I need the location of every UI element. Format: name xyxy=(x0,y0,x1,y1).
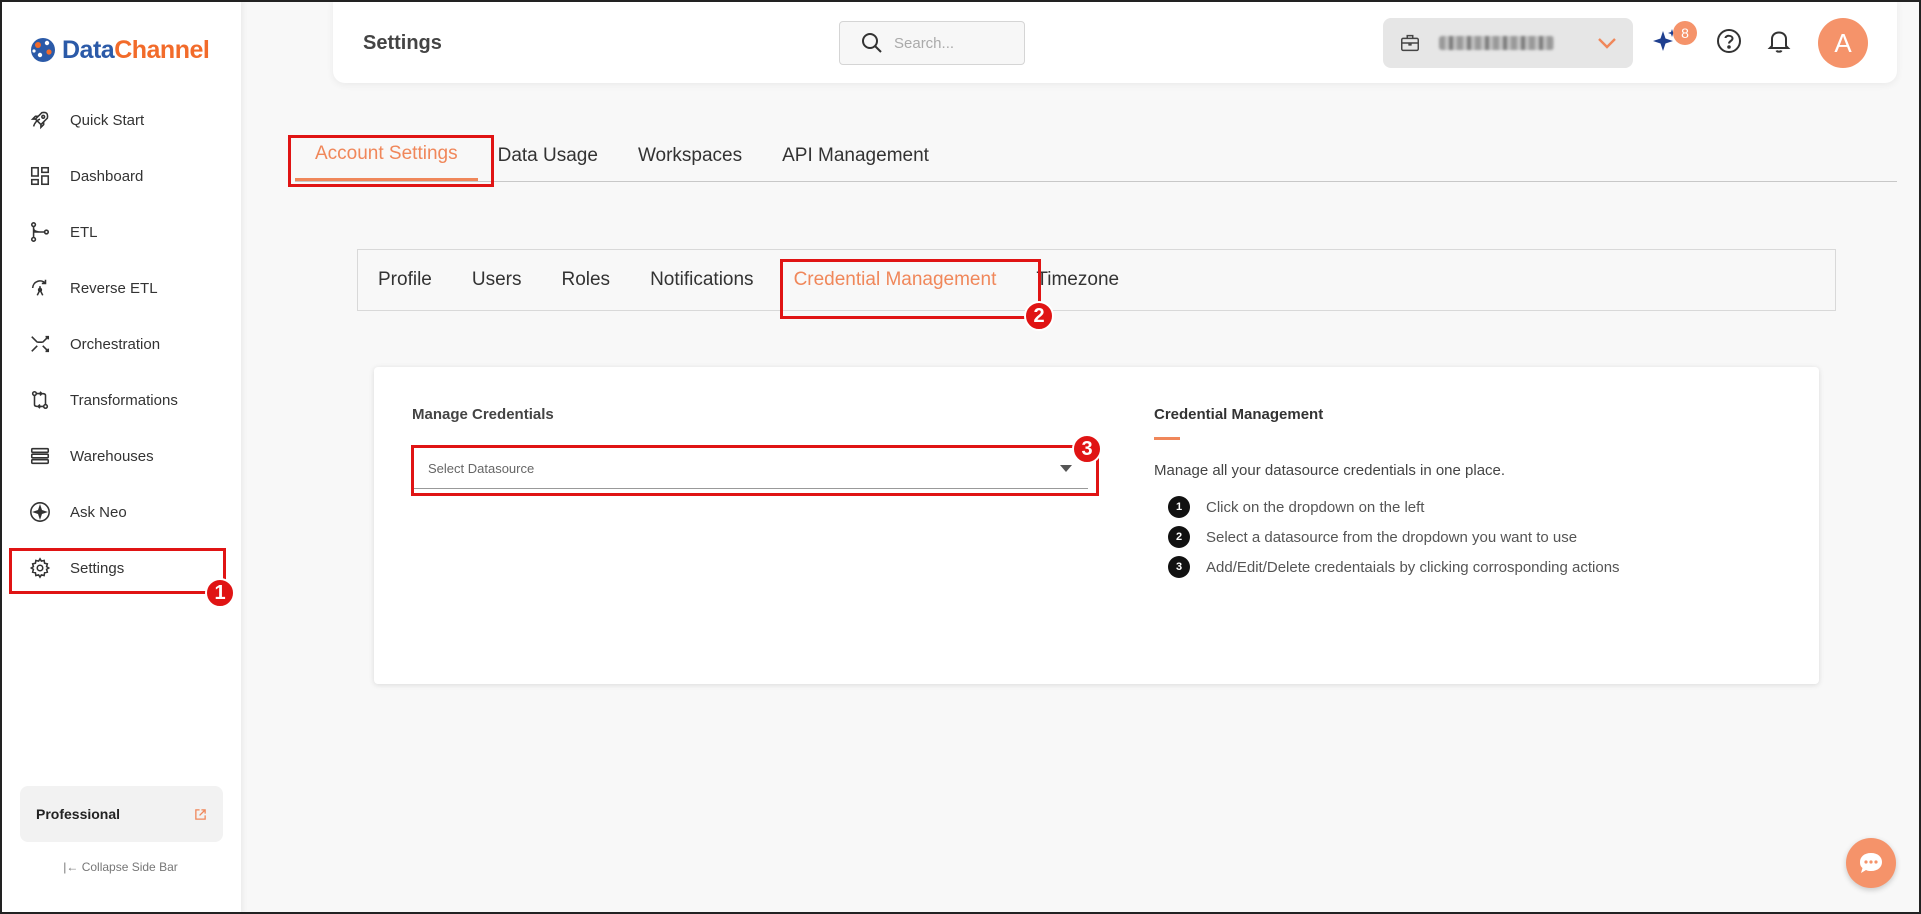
external-link-icon xyxy=(195,808,206,820)
collapse-sidebar-button[interactable]: |← Collapse Side Bar xyxy=(0,860,241,874)
dashboard-grid-icon xyxy=(28,164,52,188)
tab-account-settings[interactable]: Account Settings xyxy=(295,130,478,181)
sparkle-icon xyxy=(28,500,52,524)
sidebar-item-etl[interactable]: ETL xyxy=(0,204,241,260)
datachannel-logo[interactable]: DataChannel xyxy=(28,33,210,67)
chat-bubble-icon xyxy=(1860,853,1882,873)
tab-users[interactable]: Users xyxy=(452,250,542,310)
search-icon xyxy=(862,33,882,53)
help-title: Credential Management xyxy=(1154,406,1324,423)
sidebar-item-label: Transformations xyxy=(70,391,178,409)
workspace-name-redacted xyxy=(1439,36,1554,50)
tab-credential-management[interactable]: Credential Management xyxy=(774,250,1017,310)
account-tabs: Account Settings Data Usage Workspaces A… xyxy=(295,130,1897,182)
annotation-callout: 1 xyxy=(205,578,235,608)
step-text: Add/Edit/Delete credentaials by clicking… xyxy=(1206,558,1620,576)
list-item: 3 Add/Edit/Delete credentaials by clicki… xyxy=(1168,552,1620,582)
search-input[interactable] xyxy=(894,34,1004,52)
sidebar-item-label: Dashboard xyxy=(70,167,144,185)
help-button[interactable] xyxy=(1714,26,1744,56)
datasource-select-placeholder: Select Datasource xyxy=(428,461,535,476)
warehouse-stack-icon xyxy=(28,444,52,468)
reverse-etl-icon xyxy=(28,276,52,300)
step-number-badge: 3 xyxy=(1168,556,1190,578)
rocket-icon xyxy=(28,108,52,132)
tab-roles[interactable]: Roles xyxy=(541,250,630,310)
plan-label: Professional xyxy=(36,806,121,822)
tab-data-usage[interactable]: Data Usage xyxy=(478,130,618,181)
page-title: Settings xyxy=(363,32,442,54)
briefcase-icon xyxy=(1401,34,1419,52)
sidebar-item-orchestration[interactable]: Orchestration xyxy=(0,316,241,372)
bell-icon xyxy=(1767,31,1791,53)
list-item: 2 Select a datasource from the dropdown … xyxy=(1168,522,1620,552)
caret-down-icon xyxy=(1060,465,1072,472)
etl-flow-icon xyxy=(28,220,52,244)
help-title-underline xyxy=(1154,437,1180,440)
list-item: 1 Click on the dropdown on the left xyxy=(1168,492,1620,522)
collapse-arrow-icon: |← xyxy=(63,860,82,874)
step-number-badge: 1 xyxy=(1168,496,1190,518)
orchestration-icon xyxy=(28,332,52,356)
sidebar-item-warehouses[interactable]: Warehouses xyxy=(0,428,241,484)
sidebar-item-transformations[interactable]: Transformations xyxy=(0,372,241,428)
sidebar: DataChannel Quick Start Dashboard ETL Re… xyxy=(0,0,241,914)
sidebar-item-dashboard[interactable]: Dashboard xyxy=(0,148,241,204)
credential-management-card: Manage Credentials Select Datasource Cre… xyxy=(374,367,1819,684)
datachannel-logo-icon xyxy=(31,38,55,62)
sidebar-item-label: Warehouses xyxy=(70,447,154,465)
chevron-down-icon xyxy=(1598,38,1616,49)
datasource-select[interactable]: Select Datasource xyxy=(412,449,1088,489)
top-header: Settings 8 A xyxy=(333,0,1897,83)
sidebar-item-label: ETL xyxy=(70,223,98,241)
plan-card[interactable]: Professional xyxy=(20,786,223,842)
sidebar-nav: Quick Start Dashboard ETL Reverse ETL Or… xyxy=(0,92,241,596)
account-settings-subtabs: Profile Users Roles Notifications Creden… xyxy=(357,249,1836,311)
annotation-callout: 3 xyxy=(1072,434,1102,464)
user-avatar[interactable]: A xyxy=(1818,18,1868,68)
tab-profile[interactable]: Profile xyxy=(378,250,452,310)
collapse-label: Collapse Side Bar xyxy=(81,860,178,874)
step-text: Click on the dropdown on the left xyxy=(1206,498,1425,516)
sidebar-item-label: Reverse ETL xyxy=(70,279,158,297)
manage-credentials-label: Manage Credentials xyxy=(412,406,554,423)
sidebar-item-ask-neo[interactable]: Ask Neo xyxy=(0,484,241,540)
gear-icon xyxy=(28,556,52,580)
sidebar-item-reverse-etl[interactable]: Reverse ETL xyxy=(0,260,241,316)
notifications-button[interactable] xyxy=(1764,26,1794,56)
workspace-selector[interactable] xyxy=(1383,18,1633,68)
transformations-icon xyxy=(28,388,52,412)
help-circle-icon xyxy=(1717,29,1741,53)
tab-notifications[interactable]: Notifications xyxy=(630,250,774,310)
notification-count-badge: 8 xyxy=(1673,21,1697,45)
step-number-badge: 2 xyxy=(1168,526,1190,548)
sidebar-item-label: Orchestration xyxy=(70,335,161,353)
logo-text: DataChannel xyxy=(62,35,210,64)
sidebar-item-quick-start[interactable]: Quick Start xyxy=(0,92,241,148)
help-description: Manage all your datasource credentials i… xyxy=(1154,462,1506,479)
annotation-callout: 2 xyxy=(1024,301,1054,331)
sidebar-item-label: Ask Neo xyxy=(70,503,127,521)
help-steps: 1 Click on the dropdown on the left 2 Se… xyxy=(1168,492,1620,582)
tab-api-management[interactable]: API Management xyxy=(762,130,949,181)
sidebar-item-label: Settings xyxy=(70,559,125,577)
chat-support-button[interactable] xyxy=(1846,838,1896,888)
step-text: Select a datasource from the dropdown yo… xyxy=(1206,528,1578,546)
sidebar-item-label: Quick Start xyxy=(70,111,145,129)
search-box[interactable] xyxy=(839,21,1025,65)
tab-workspaces[interactable]: Workspaces xyxy=(618,130,762,181)
